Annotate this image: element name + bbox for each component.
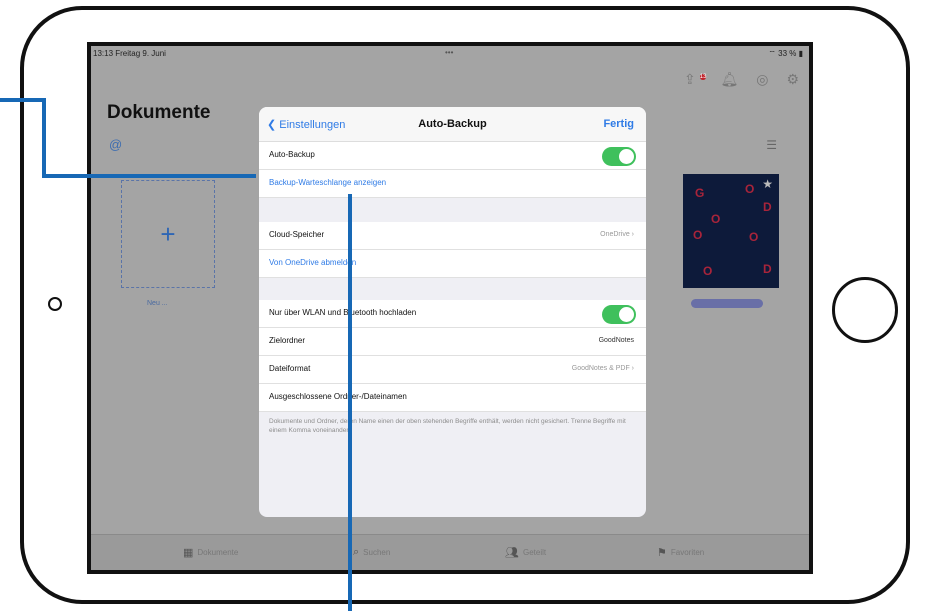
export-icon[interactable]: ⇪ 13 bbox=[684, 71, 707, 89]
tab-documents-label: Dokumente bbox=[197, 548, 239, 557]
cloud-storage-label: Cloud-Speicher bbox=[269, 230, 325, 239]
file-format-row[interactable]: Dateiformat GoodNotes & PDF › bbox=[259, 356, 646, 384]
cloud-storage-value: OneDrive › bbox=[600, 231, 634, 238]
target-folder-value: GoodNotes bbox=[598, 337, 634, 344]
home-button[interactable] bbox=[832, 277, 898, 343]
callout-line-left-horizontal bbox=[42, 174, 256, 178]
wifi-only-row: Nur über WLAN und Bluetooth hochladen bbox=[259, 300, 646, 328]
new-document-button[interactable]: + bbox=[121, 180, 215, 288]
signout-link[interactable]: Von OneDrive abmelden bbox=[269, 258, 356, 267]
tab-documents[interactable]: ▦ Dokumente bbox=[183, 546, 238, 559]
status-time: 13:13 Freitag 9. Juni bbox=[93, 49, 166, 58]
camera-icon bbox=[48, 297, 62, 311]
search-icon: ⌕ bbox=[353, 546, 360, 558]
wifi-only-toggle[interactable] bbox=[602, 305, 636, 324]
done-button[interactable]: Fertig bbox=[603, 118, 634, 130]
battery-status: ⌔ 33 % ▮ bbox=[768, 49, 803, 58]
cloud-storage-value-text: OneDrive bbox=[600, 231, 630, 238]
file-format-value: GoodNotes & PDF › bbox=[572, 365, 634, 372]
file-format-label: Dateiformat bbox=[269, 364, 311, 373]
grid-icon: ▦ bbox=[183, 547, 194, 559]
ipad-screen: 13:13 Freitag 9. Juni ••• ⌔ 33 % ▮ ⇪ 13 🔔… bbox=[87, 42, 813, 574]
tab-favorites[interactable]: ⚑ Favoriten bbox=[657, 546, 704, 559]
auto-backup-row: Auto-Backup bbox=[259, 142, 646, 170]
back-button-label: Einstellungen bbox=[279, 119, 346, 131]
gear-icon[interactable]: ⚙ bbox=[786, 71, 799, 89]
tab-shared-label: Geteilt bbox=[522, 548, 547, 557]
backup-queue-row[interactable]: Backup-Warteschlange anzeigen bbox=[259, 170, 646, 198]
bookmark-icon: ⚑ bbox=[657, 547, 667, 559]
modal-navbar: ❮ Einstellungen Auto-Backup Fertig bbox=[259, 107, 646, 142]
wifi-only-label: Nur über WLAN und Bluetooth hochladen bbox=[269, 308, 417, 317]
multitask-dots[interactable]: ••• bbox=[445, 48, 453, 57]
list-view-icon[interactable]: ☰ bbox=[766, 138, 777, 152]
signout-row[interactable]: Von OneDrive abmelden bbox=[259, 250, 646, 278]
at-sign-icon[interactable]: @ bbox=[109, 137, 122, 152]
callout-line-left-vertical bbox=[42, 98, 46, 178]
new-document-label: Neu ... bbox=[147, 300, 168, 307]
chevron-left-icon: ❮ bbox=[267, 119, 280, 131]
excluded-names-footer: Dokumente und Ordner, deren Name einen d… bbox=[269, 418, 626, 434]
notebook-cover[interactable]: G O D O O O O D ★ bbox=[683, 174, 779, 288]
checkmark-circle-icon[interactable]: ◎ bbox=[756, 71, 768, 89]
target-folder-label: Zielordner bbox=[269, 336, 306, 345]
back-button[interactable]: ❮ Einstellungen bbox=[267, 118, 345, 131]
notification-badge: 13 bbox=[699, 74, 707, 80]
tab-shared[interactable]: 👥︎ Geteilt bbox=[505, 546, 546, 559]
callout-line-left bbox=[0, 98, 44, 102]
top-toolbar: ⇪ 13 🔔︎ ◎ ⚙ bbox=[684, 71, 799, 89]
tab-search-label: Suchen bbox=[363, 548, 391, 557]
people-icon: 👥︎ bbox=[505, 547, 519, 559]
status-bar: 13:13 Freitag 9. Juni ••• ⌔ 33 % ▮ bbox=[91, 46, 809, 62]
cloud-storage-row[interactable]: Cloud-Speicher OneDrive › bbox=[259, 222, 646, 250]
excluded-names-label: Ausgeschlossene Ordner-/Dateinamen bbox=[269, 392, 407, 401]
file-format-value-text: GoodNotes & PDF bbox=[571, 365, 630, 372]
excluded-names-row[interactable]: Ausgeschlossene Ordner-/Dateinamen bbox=[259, 384, 646, 412]
chevron-right-icon: › bbox=[629, 231, 634, 238]
auto-backup-modal: ❮ Einstellungen Auto-Backup Fertig Auto-… bbox=[259, 107, 646, 517]
tab-bar: ▦ Dokumente ⌕ Suchen 👥︎ Geteilt ⚑ Favoriten bbox=[91, 534, 809, 570]
auto-backup-toggle[interactable] bbox=[602, 147, 636, 166]
chevron-right-icon: › bbox=[629, 365, 634, 372]
target-folder-row[interactable]: Zielordner GoodNotes bbox=[259, 328, 646, 356]
tab-search[interactable]: ⌕ Suchen bbox=[353, 546, 390, 559]
page-title: Dokumente bbox=[107, 102, 211, 123]
bell-icon[interactable]: 🔔︎ bbox=[720, 71, 738, 89]
backup-queue-link[interactable]: Backup-Warteschlange anzeigen bbox=[269, 178, 386, 187]
plus-icon: + bbox=[160, 218, 176, 249]
notebook-title-redacted bbox=[691, 299, 763, 308]
star-icon[interactable]: ★ bbox=[762, 177, 773, 191]
tab-favorites-label: Favoriten bbox=[670, 548, 705, 557]
callout-line-bottom bbox=[348, 194, 352, 611]
auto-backup-label: Auto-Backup bbox=[269, 150, 315, 159]
